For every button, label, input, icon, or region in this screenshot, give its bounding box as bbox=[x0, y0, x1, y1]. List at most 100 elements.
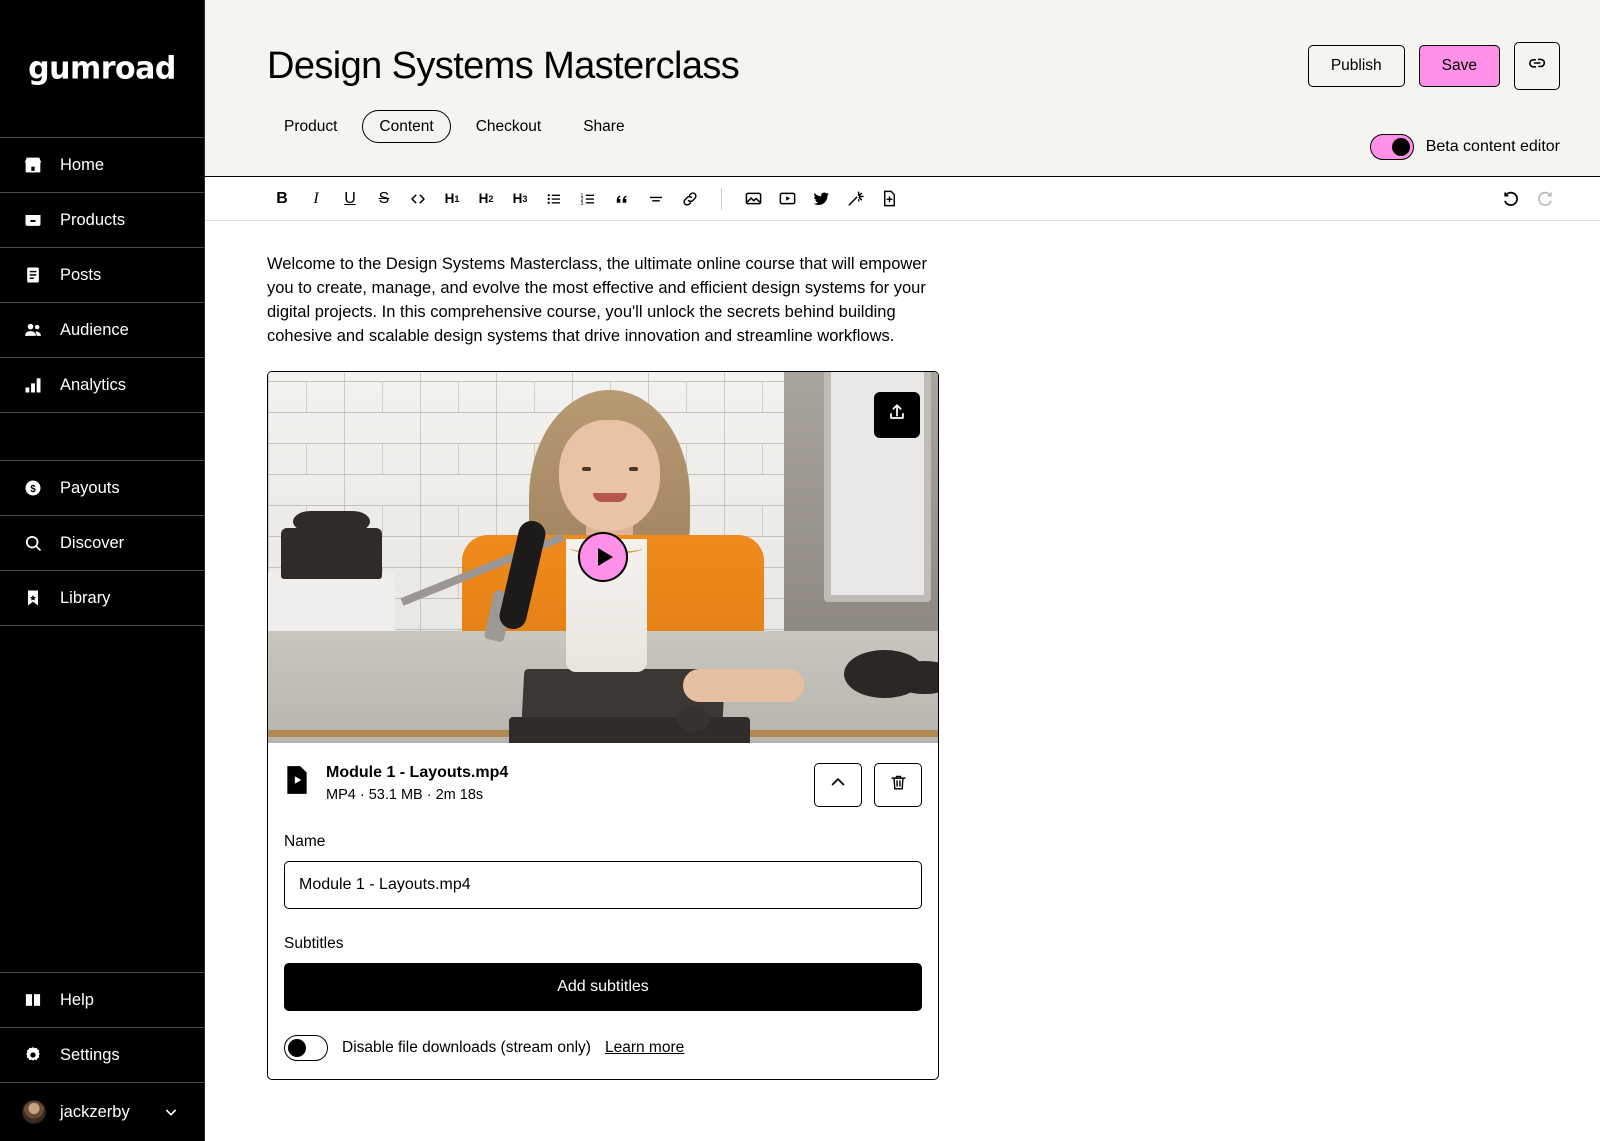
sidebar-item-analytics[interactable]: Analytics bbox=[0, 358, 204, 413]
undo-icon[interactable] bbox=[1496, 184, 1526, 214]
thumbnail-headphones bbox=[844, 649, 938, 699]
library-icon bbox=[22, 587, 44, 609]
sidebar-item-help[interactable]: Help bbox=[0, 973, 204, 1028]
code-icon[interactable] bbox=[403, 184, 433, 214]
sidebar-filler bbox=[0, 626, 204, 973]
save-button[interactable]: Save bbox=[1418, 45, 1500, 87]
twitter-icon[interactable] bbox=[806, 184, 836, 214]
gear-icon bbox=[22, 1044, 44, 1066]
sidebar-item-label: Payouts bbox=[60, 478, 120, 497]
sidebar-item-audience[interactable]: Audience bbox=[0, 303, 204, 358]
sidebar-item-label: Audience bbox=[60, 320, 129, 339]
tab-product[interactable]: Product bbox=[267, 110, 354, 144]
sparkle-icon[interactable] bbox=[840, 184, 870, 214]
beta-editor-toggle-row: Beta content editor bbox=[1369, 134, 1560, 160]
thumbnail-person-arm bbox=[683, 668, 804, 702]
publish-button[interactable]: Publish bbox=[1307, 45, 1405, 87]
image-icon[interactable] bbox=[738, 184, 768, 214]
numbered-list-icon[interactable]: 123 bbox=[573, 184, 603, 214]
editor-toolbar: B I U S H1 H2 H3 123 bbox=[205, 177, 1600, 221]
svg-text:3: 3 bbox=[581, 201, 584, 207]
sidebar-spacer bbox=[0, 413, 204, 461]
disable-downloads-switch[interactable] bbox=[284, 1034, 328, 1061]
underline-icon[interactable]: U bbox=[335, 184, 365, 214]
strikethrough-icon[interactable]: S bbox=[369, 184, 399, 214]
switch-knob bbox=[288, 1038, 306, 1057]
blockquote-icon[interactable] bbox=[607, 184, 637, 214]
sidebar: gumroad Home Products Posts Audience Ana… bbox=[0, 0, 205, 1141]
intro-paragraph[interactable]: Welcome to the Design Systems Masterclas… bbox=[267, 253, 939, 349]
play-button[interactable] bbox=[578, 532, 628, 583]
header-actions: Publish Save bbox=[1307, 42, 1560, 90]
bullet-list-icon[interactable] bbox=[539, 184, 569, 214]
bold-icon[interactable]: B bbox=[267, 184, 297, 214]
sidebar-item-settings[interactable]: Settings bbox=[0, 1028, 204, 1083]
app-root: gumroad Home Products Posts Audience Ana… bbox=[0, 0, 1600, 1141]
heading-3-icon[interactable]: H3 bbox=[505, 184, 535, 214]
copy-link-button[interactable] bbox=[1514, 42, 1560, 90]
thumbnail-mouth bbox=[592, 493, 627, 503]
delete-button[interactable] bbox=[874, 762, 922, 807]
sidebar-nav: Home Products Posts Audience Analytics $… bbox=[0, 138, 204, 626]
subtitles-label: Subtitles bbox=[284, 934, 344, 952]
learn-more-link[interactable]: Learn more bbox=[605, 1039, 684, 1057]
sidebar-item-posts[interactable]: Posts bbox=[0, 248, 204, 303]
heading-1-icon[interactable]: H1 bbox=[437, 184, 467, 214]
audience-icon bbox=[22, 319, 44, 341]
sidebar-item-label: Analytics bbox=[60, 375, 127, 394]
sidebar-bottom: Help Settings jackzerby bbox=[0, 973, 204, 1141]
file-header-row: Module 1 - Layouts.mp4 MP4 · 53.1 MB · 2… bbox=[284, 762, 922, 807]
thumbnail-keyboard bbox=[509, 716, 751, 743]
chevron-down-icon bbox=[160, 1101, 182, 1123]
disable-downloads-label: Disable file downloads (stream only) bbox=[342, 1038, 591, 1056]
thumbnail-person-face bbox=[559, 419, 660, 532]
sidebar-item-label: Products bbox=[60, 210, 126, 229]
redo-icon bbox=[1530, 184, 1560, 214]
posts-icon bbox=[22, 264, 44, 286]
file-upload-icon[interactable] bbox=[874, 184, 904, 214]
thumbnail-vintage-phone bbox=[281, 510, 382, 580]
thumbnail-eye-left bbox=[581, 466, 591, 471]
video-file-block: Module 1 - Layouts.mp4 MP4 · 53.1 MB · 2… bbox=[267, 370, 939, 1080]
payouts-icon: $ bbox=[22, 477, 44, 499]
replace-video-button[interactable] bbox=[874, 391, 920, 438]
product-tabs: Product Content Checkout Share bbox=[267, 109, 1560, 144]
thumbnail-pedestal bbox=[268, 572, 396, 632]
sidebar-item-payouts[interactable]: $ Payouts bbox=[0, 461, 204, 516]
add-subtitles-button[interactable]: Add subtitles bbox=[284, 962, 922, 1011]
video-icon[interactable] bbox=[772, 184, 802, 214]
user-menu[interactable]: jackzerby bbox=[0, 1083, 204, 1141]
sidebar-item-home[interactable]: Home bbox=[0, 138, 204, 193]
tab-share[interactable]: Share bbox=[566, 110, 641, 144]
toolbar-divider bbox=[721, 187, 722, 210]
user-name: jackzerby bbox=[60, 1102, 130, 1121]
sidebar-item-label: Posts bbox=[60, 265, 102, 284]
file-name-input[interactable] bbox=[284, 860, 922, 909]
collapse-button[interactable] bbox=[814, 762, 862, 807]
thumbnail-eye-right bbox=[628, 466, 638, 471]
sidebar-item-products[interactable]: Products bbox=[0, 193, 204, 248]
beta-editor-label: Beta content editor bbox=[1425, 138, 1560, 155]
file-properties: MP4 · 53.1 MB · 2m 18s bbox=[326, 786, 484, 803]
sidebar-item-discover[interactable]: Discover bbox=[0, 516, 204, 571]
italic-icon[interactable]: I bbox=[301, 184, 331, 214]
discover-icon bbox=[22, 532, 44, 554]
trash-icon bbox=[889, 773, 908, 797]
video-thumbnail[interactable] bbox=[268, 371, 938, 743]
beta-editor-switch[interactable] bbox=[1369, 134, 1414, 160]
page-header: Design Systems Masterclass Product Conte… bbox=[205, 0, 1600, 177]
switch-knob bbox=[1391, 138, 1410, 156]
play-icon bbox=[597, 548, 613, 567]
sidebar-item-library[interactable]: Library bbox=[0, 571, 204, 626]
home-icon bbox=[22, 154, 44, 176]
link-icon[interactable] bbox=[675, 184, 705, 214]
brand-logo[interactable]: gumroad bbox=[0, 0, 204, 138]
editor-canvas[interactable]: Welcome to the Design Systems Masterclas… bbox=[205, 221, 1600, 1141]
tab-checkout[interactable]: Checkout bbox=[459, 110, 558, 144]
svg-text:$: $ bbox=[30, 484, 36, 495]
tab-content[interactable]: Content bbox=[362, 109, 451, 144]
file-name: Module 1 - Layouts.mp4 bbox=[326, 763, 509, 781]
sidebar-item-label: Home bbox=[60, 155, 105, 174]
horizontal-rule-icon[interactable] bbox=[641, 184, 671, 214]
heading-2-icon[interactable]: H2 bbox=[471, 184, 501, 214]
